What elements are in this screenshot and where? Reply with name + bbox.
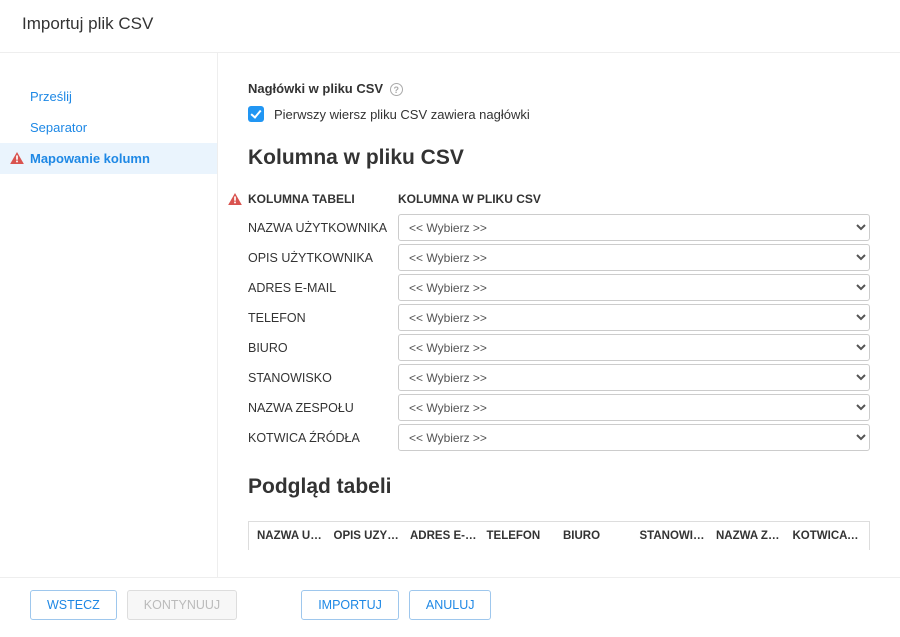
column-mapping-heading: Kolumna w pliku CSV — [248, 146, 870, 170]
headers-label-text: Nagłówki w pliku CSV — [248, 81, 383, 96]
preview-col: NAZWA ZESPOŁU — [712, 530, 789, 542]
preview-col: KOTWICA ŹRÓDŁA — [789, 530, 866, 542]
mapping-row-label: NAZWA ZESPOŁU — [248, 401, 398, 415]
main-panel: Nagłówki w pliku CSV ? Pierwszy wiersz p… — [218, 53, 900, 577]
mapping-select-anchor[interactable]: << Wybierz >> — [398, 424, 870, 451]
mapping-row: KOTWICA ŹRÓDŁA << Wybierz >> — [248, 424, 870, 451]
mapping-select-team[interactable]: << Wybierz >> — [398, 394, 870, 421]
mapping-select-office[interactable]: << Wybierz >> — [398, 334, 870, 361]
preview-heading: Podgląd tabeli — [248, 475, 870, 499]
checkbox-checked-icon[interactable] — [248, 106, 264, 122]
help-icon[interactable]: ? — [390, 83, 403, 96]
mapping-header-csv-column: KOLUMNA W PLIKU CSV — [398, 192, 870, 206]
sidebar-item-upload[interactable]: Prześlij — [0, 81, 217, 112]
mapping-row-label: BIURO — [248, 341, 398, 355]
preview-col: BIURO — [559, 530, 636, 542]
dialog-title: Importuj plik CSV — [0, 0, 900, 53]
mapping-row-label: TELEFON — [248, 311, 398, 325]
first-row-headers-option[interactable]: Pierwszy wiersz pliku CSV zawiera nagłów… — [248, 106, 870, 122]
wizard-footer: WSTECZ KONTYNUUJ IMPORTUJ ANULUJ — [0, 577, 900, 632]
preview-col: ADRES E-MAIL — [406, 530, 483, 542]
continue-button: KONTYNUUJ — [127, 590, 237, 620]
mapping-select-email[interactable]: << Wybierz >> — [398, 274, 870, 301]
mapping-row: STANOWISKO << Wybierz >> — [248, 364, 870, 391]
spacer — [247, 590, 291, 620]
mapping-row-label: ADRES E-MAIL — [248, 281, 398, 295]
mapping-row-label: KOTWICA ŹRÓDŁA — [248, 431, 398, 445]
headers-section-label: Nagłówki w pliku CSV ? — [248, 81, 870, 96]
checkbox-label: Pierwszy wiersz pliku CSV zawiera nagłów… — [274, 107, 530, 122]
mapping-row: ADRES E-MAIL << Wybierz >> — [248, 274, 870, 301]
back-button[interactable]: WSTECZ — [30, 590, 117, 620]
mapping-row-label: STANOWISKO — [248, 371, 398, 385]
preview-col: OPIS UŻYTKOW… — [330, 530, 407, 542]
preview-col: TELEFON — [483, 530, 560, 542]
mapping-row-label: NAZWA UŻYTKOWNIKA — [248, 221, 398, 235]
mapping-row: BIURO << Wybierz >> — [248, 334, 870, 361]
import-button[interactable]: IMPORTUJ — [301, 590, 399, 620]
preview-col: STANOWI… — [636, 530, 713, 542]
warning-icon — [10, 152, 24, 164]
sidebar-item-label: Prześlij — [30, 89, 72, 104]
mapping-row: NAZWA UŻYTKOWNIKA << Wybierz >> — [248, 214, 870, 241]
preview-table-header: NAZWA UŻYTKOW… OPIS UŻYTKOW… ADRES E-MAI… — [248, 521, 870, 550]
mapping-select-username[interactable]: << Wybierz >> — [398, 214, 870, 241]
mapping-row: OPIS UŻYTKOWNIKA << Wybierz >> — [248, 244, 870, 271]
preview-col: NAZWA UŻYTKOW… — [253, 530, 330, 542]
mapping-header-row: KOLUMNA TABELI KOLUMNA W PLIKU CSV — [248, 192, 870, 206]
sidebar-item-label: Mapowanie kolumn — [30, 151, 150, 166]
column-mapping-table: KOLUMNA TABELI KOLUMNA W PLIKU CSV NAZWA… — [248, 192, 870, 451]
mapping-row: TELEFON << Wybierz >> — [248, 304, 870, 331]
content: Prześlij Separator Mapowanie kolumn Nagł… — [0, 53, 900, 577]
mapping-row-label: OPIS UŻYTKOWNIKA — [248, 251, 398, 265]
wizard-steps-sidebar: Prześlij Separator Mapowanie kolumn — [0, 53, 218, 577]
mapping-select-userdesc[interactable]: << Wybierz >> — [398, 244, 870, 271]
mapping-row: NAZWA ZESPOŁU << Wybierz >> — [248, 394, 870, 421]
mapping-select-phone[interactable]: << Wybierz >> — [398, 304, 870, 331]
mapping-header-table-column: KOLUMNA TABELI — [248, 192, 398, 206]
sidebar-item-separator[interactable]: Separator — [0, 112, 217, 143]
cancel-button[interactable]: ANULUJ — [409, 590, 492, 620]
sidebar-item-mapping[interactable]: Mapowanie kolumn — [0, 143, 217, 174]
mapping-select-position[interactable]: << Wybierz >> — [398, 364, 870, 391]
sidebar-item-label: Separator — [30, 120, 87, 135]
warning-icon — [228, 193, 242, 205]
